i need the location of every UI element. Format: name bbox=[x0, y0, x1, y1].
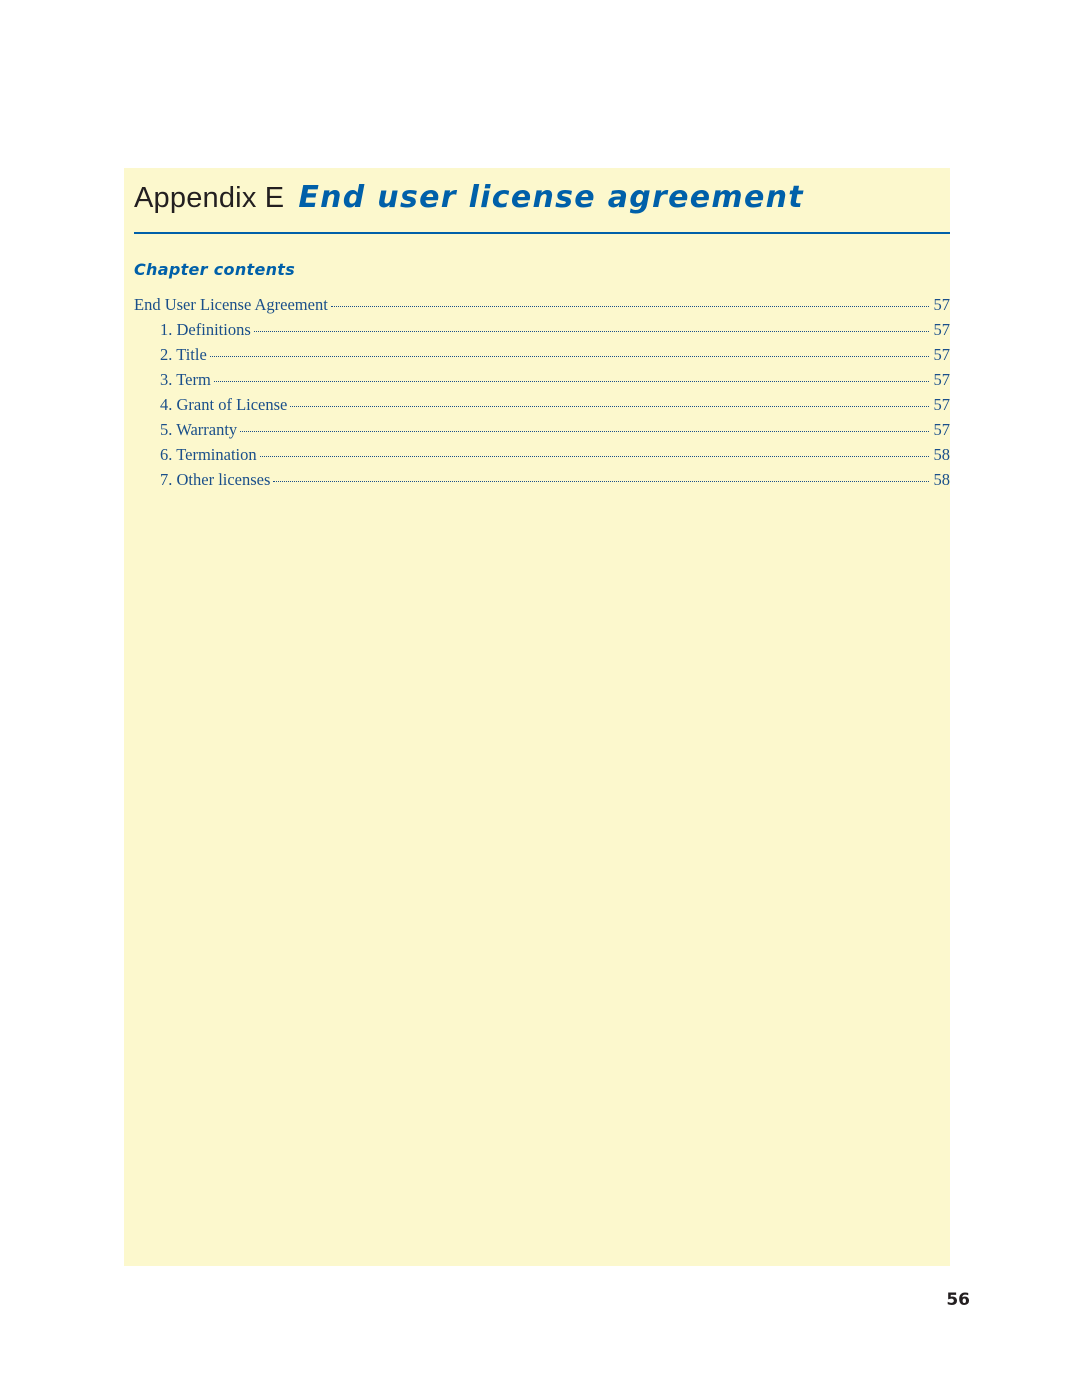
toc-entry-label: 6. Termination bbox=[160, 445, 257, 464]
appendix-label: Appendix E bbox=[134, 182, 285, 214]
toc-entry-label: 2. Title bbox=[160, 345, 207, 364]
toc-entry-page: 58 bbox=[933, 470, 951, 489]
toc-entry[interactable]: 4. Grant of License 57 bbox=[134, 392, 950, 417]
toc-entry[interactable]: 2. Title 57 bbox=[134, 342, 950, 367]
toc-leader-dots bbox=[259, 446, 929, 457]
toc-entry[interactable]: 1. Definitions 57 bbox=[134, 317, 950, 342]
page-title: Appendix E End user license agreement bbox=[134, 180, 954, 230]
toc-leader-dots bbox=[253, 321, 929, 332]
toc-entry-page: 58 bbox=[933, 445, 951, 464]
toc-leader-dots bbox=[240, 421, 929, 432]
toc-leader-dots bbox=[330, 296, 929, 307]
toc-leader-dots bbox=[209, 346, 929, 357]
toc-leader-dots bbox=[273, 471, 929, 482]
toc-entry-page: 57 bbox=[933, 295, 951, 314]
toc-entry-label: 4. Grant of License bbox=[160, 395, 288, 414]
appendix-title: End user license agreement bbox=[298, 180, 804, 215]
toc-entry[interactable]: 6. Termination 58 bbox=[134, 442, 950, 467]
table-of-contents: End User License Agreement 57 1. Definit… bbox=[134, 292, 950, 492]
toc-entry-page: 57 bbox=[933, 345, 951, 364]
toc-entry-page: 57 bbox=[933, 370, 951, 389]
toc-entry[interactable]: End User License Agreement 57 bbox=[134, 292, 950, 317]
title-divider bbox=[134, 232, 950, 234]
toc-entry[interactable]: 7. Other licenses 58 bbox=[134, 467, 950, 492]
toc-entry-page: 57 bbox=[933, 420, 951, 439]
toc-entry-label: End User License Agreement bbox=[134, 295, 328, 314]
toc-leader-dots bbox=[213, 371, 929, 382]
toc-entry-label: 5. Warranty bbox=[160, 420, 238, 439]
toc-entry[interactable]: 3. Term 57 bbox=[134, 367, 950, 392]
chapter-contents-heading: Chapter contents bbox=[134, 260, 296, 279]
toc-entry-label: 7. Other licenses bbox=[160, 470, 271, 489]
toc-entry-page: 57 bbox=[933, 320, 951, 339]
toc-entry-page: 57 bbox=[933, 395, 951, 414]
page-number: 56 bbox=[946, 1290, 970, 1310]
toc-entry-label: 1. Definitions bbox=[160, 320, 251, 339]
toc-entry[interactable]: 5. Warranty 57 bbox=[134, 417, 950, 442]
toc-entry-label: 3. Term bbox=[160, 370, 211, 389]
toc-leader-dots bbox=[290, 396, 929, 407]
document-page: Appendix E End user license agreement Ch… bbox=[0, 0, 1080, 1397]
